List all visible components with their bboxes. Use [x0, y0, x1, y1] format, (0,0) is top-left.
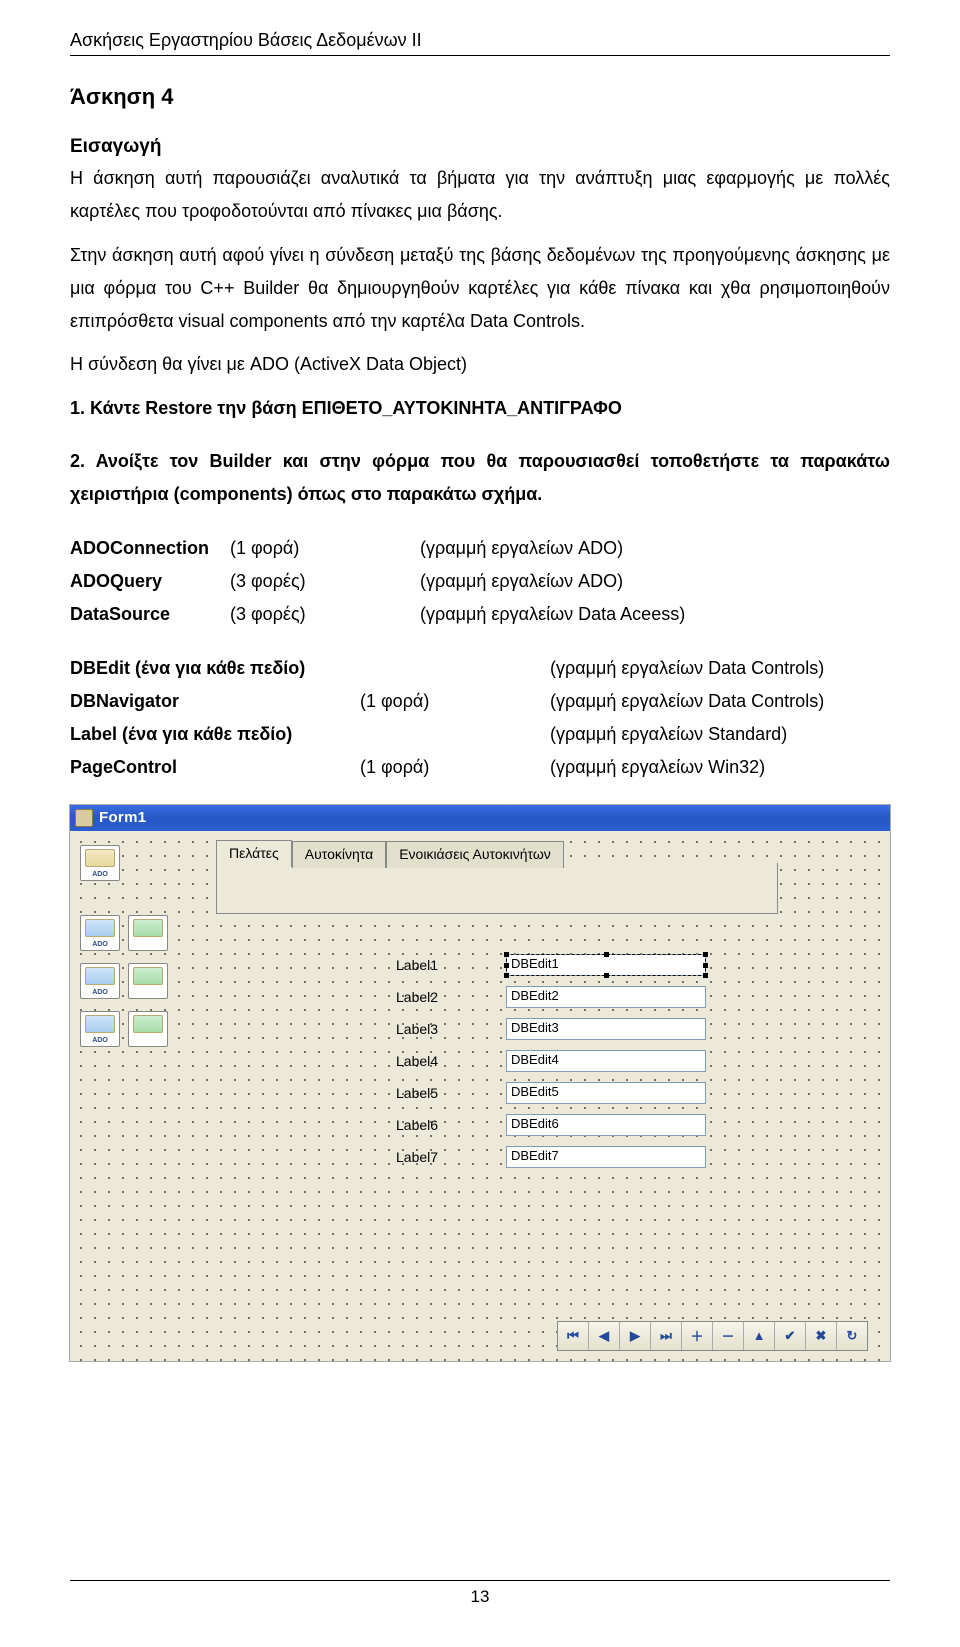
- dbedit-field[interactable]: DBEdit7: [506, 1146, 706, 1168]
- components-table-1: ADOConnection(1 φορά)(γραμμή εργαλείων A…: [70, 532, 685, 632]
- dbedit-field[interactable]: DBEdit2: [506, 986, 706, 1008]
- components-table-2: DBEdit (ένα για κάθε πεδίο) (γραμμή εργαλ…: [70, 652, 824, 785]
- nav-next[interactable]: ▶: [620, 1322, 651, 1350]
- ds-component-icon[interactable]: [128, 915, 168, 951]
- nav-cancel[interactable]: ✖: [806, 1322, 837, 1350]
- form-label: Label5: [396, 1085, 506, 1101]
- paragraph-2: Στην άσκηση αυτή αφού γίνει η σύνδεση με…: [70, 239, 890, 339]
- table-row: DBEdit (ένα για κάθε πεδίο) (γραμμή εργαλ…: [70, 652, 824, 685]
- page-number: 13: [70, 1580, 890, 1607]
- tab-1[interactable]: Αυτοκίνητα: [292, 841, 386, 868]
- dbedit-field[interactable]: DBEdit4: [506, 1050, 706, 1072]
- form-row: Label4DBEdit4: [216, 1050, 874, 1072]
- form-row: Label3DBEdit3: [216, 1018, 874, 1040]
- form-label: Label7: [396, 1149, 506, 1165]
- component-toolbar: (γραμμή εργαλείων Data Controls): [550, 685, 824, 718]
- component-toolbar: (γραμμή εργαλείων Standard): [550, 718, 824, 751]
- component-count: (1 φορά): [360, 751, 550, 784]
- component-name: DBNavigator: [70, 685, 360, 718]
- selection-handle[interactable]: [703, 973, 708, 978]
- form-icon: [75, 809, 93, 827]
- selection-handle[interactable]: [504, 952, 509, 957]
- component-count: (1 φορά): [360, 685, 550, 718]
- nav-last[interactable]: ⏭: [651, 1322, 682, 1350]
- selection-handle[interactable]: [604, 973, 609, 978]
- nav-delete[interactable]: －: [713, 1322, 744, 1350]
- component-toolbar: (γραμμή εργαλείων Data Controls): [550, 652, 824, 685]
- component-count: (3 φορές): [230, 565, 420, 598]
- form-row: Label7DBEdit7: [216, 1146, 874, 1168]
- form-label: Label3: [396, 1021, 506, 1037]
- step-1: 1. Κάντε Restore την βάση ΕΠΙΘΕΤΟ_ΑΥΤΟΚΙ…: [70, 392, 890, 425]
- form-title: Form1: [99, 809, 146, 826]
- nav-prev[interactable]: ◀: [589, 1322, 620, 1350]
- tab-2[interactable]: Ενοικιάσεις Αυτοκινήτων: [386, 841, 564, 868]
- ds-component-icon[interactable]: [128, 963, 168, 999]
- form-label: Label6: [396, 1117, 506, 1133]
- form-row: Label1DBEdit1: [216, 954, 874, 976]
- form-titlebar[interactable]: Form1: [70, 805, 890, 831]
- dbedit-field[interactable]: DBEdit5: [506, 1082, 706, 1104]
- nav-first[interactable]: ⏮: [558, 1322, 589, 1350]
- query-component-icon[interactable]: [80, 1011, 120, 1047]
- component-count: (3 φορές): [230, 598, 420, 631]
- form-label: Label4: [396, 1053, 506, 1069]
- tab-0[interactable]: Πελάτες: [216, 840, 292, 867]
- table-row: DataSource(3 φορές)(γραμμή εργαλείων Dat…: [70, 598, 685, 631]
- page-control[interactable]: ΠελάτεςΑυτοκίνηταΕνοικιάσεις Αυτοκινήτων: [216, 863, 778, 914]
- conn-component-icon[interactable]: [80, 845, 120, 881]
- component-name: ADOQuery: [70, 565, 230, 598]
- selection-handle[interactable]: [604, 952, 609, 957]
- component-count: [360, 652, 550, 685]
- selection-handle[interactable]: [703, 952, 708, 957]
- nav-edit[interactable]: ▲: [744, 1322, 775, 1350]
- running-header: Ασκήσεις Εργαστηρίου Βάσεις Δεδομένων ΙΙ: [70, 30, 890, 56]
- nav-insert[interactable]: ＋: [682, 1322, 713, 1350]
- ds-component-icon[interactable]: [128, 1011, 168, 1047]
- component-toolbar: (γραμμή εργαλείων Win32): [550, 751, 824, 784]
- selection-handle[interactable]: [504, 973, 509, 978]
- component-count: [360, 718, 550, 751]
- nav-refresh[interactable]: ↻: [837, 1322, 867, 1350]
- dbedit-field[interactable]: DBEdit3: [506, 1018, 706, 1040]
- component-toolbar: (γραμμή εργαλείων ADO): [420, 532, 685, 565]
- component-name: PageControl: [70, 751, 360, 784]
- query-component-icon[interactable]: [80, 915, 120, 951]
- component-toolbar: (γραμμή εργαλείων ADO): [420, 565, 685, 598]
- selection-handle[interactable]: [703, 963, 708, 968]
- paragraph-1: Η άσκηση αυτή παρουσιάζει αναλυτικά τα β…: [70, 162, 890, 229]
- component-count: (1 φορά): [230, 532, 420, 565]
- table-row: ADOConnection(1 φορά)(γραμμή εργαλείων A…: [70, 532, 685, 565]
- exercise-title: Άσκηση 4: [70, 84, 890, 110]
- paragraph-3: Η σύνδεση θα γίνει με ADO (ActiveX Data …: [70, 348, 890, 381]
- form-label: Label2: [396, 989, 506, 1005]
- step-2: 2. Ανοίξτε τον Builder και στην φόρμα πο…: [70, 445, 890, 512]
- component-tray: [70, 831, 200, 1361]
- component-name: DataSource: [70, 598, 230, 631]
- dbedit-field[interactable]: DBEdit6: [506, 1114, 706, 1136]
- table-row: PageControl(1 φορά)(γραμμή εργαλείων Win…: [70, 751, 824, 784]
- form-row: Label6DBEdit6: [216, 1114, 874, 1136]
- table-row: DBNavigator(1 φορά)(γραμμή εργαλείων Dat…: [70, 685, 824, 718]
- component-name: ADOConnection: [70, 532, 230, 565]
- dbedit-field[interactable]: DBEdit1: [506, 954, 706, 976]
- form-label: Label1: [396, 957, 506, 973]
- form-row: Label5DBEdit5: [216, 1082, 874, 1104]
- form-designer-window: Form1 ΠελάτεςΑυτοκίνηταΕνοικιάσεις Αυτοκ…: [70, 805, 890, 1361]
- table-row: ADOQuery(3 φορές)(γραμμή εργαλείων ADO): [70, 565, 685, 598]
- component-toolbar: (γραμμή εργαλείων Data Aceess): [420, 598, 685, 631]
- query-component-icon[interactable]: [80, 963, 120, 999]
- db-navigator[interactable]: ⏮◀▶⏭＋－▲✔✖↻: [557, 1321, 868, 1351]
- table-row: Label (ένα για κάθε πεδίο) (γραμμή εργαλε…: [70, 718, 824, 751]
- component-name: DBEdit (ένα για κάθε πεδίο): [70, 652, 360, 685]
- component-name: Label (ένα για κάθε πεδίο): [70, 718, 360, 751]
- intro-heading: Εισαγωγή: [70, 136, 890, 158]
- nav-post[interactable]: ✔: [775, 1322, 806, 1350]
- selection-handle[interactable]: [504, 963, 509, 968]
- form-row: Label2DBEdit2: [216, 986, 874, 1008]
